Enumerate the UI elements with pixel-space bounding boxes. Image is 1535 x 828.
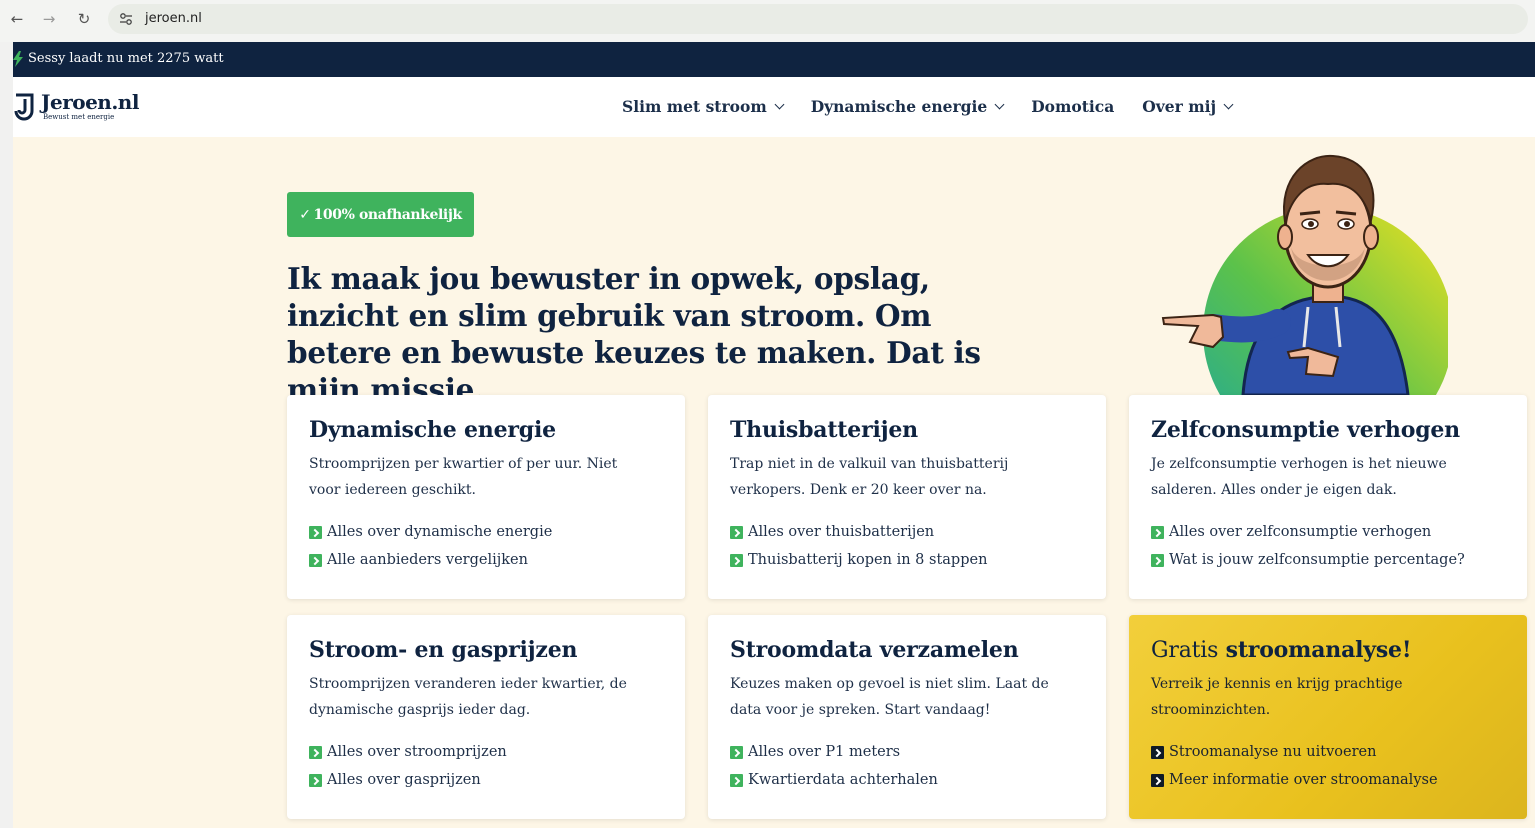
card-link[interactable]: Wat is jouw zelfconsumptie percentage? (1151, 546, 1505, 574)
arrow-right-icon (1151, 773, 1164, 787)
logo-j-icon[interactable] (13, 92, 37, 124)
arrow-right-icon (309, 525, 322, 539)
card-description: Verreik je kennis en krijg prachtige str… (1151, 676, 1403, 718)
site-header: Jeroen.nl Bewust met energie Slim met st… (13, 77, 1535, 137)
card-description: Je zelfconsumptie verhogen is het nieuwe… (1151, 456, 1447, 498)
logo-name[interactable]: Jeroen.nl (41, 90, 139, 114)
card-link-label[interactable]: Alles over P1 meters (748, 744, 900, 760)
page: Sessy laadt nu met 2275 watt Jeroen.nl B… (13, 42, 1535, 828)
card-title[interactable]: Stroomdata verzamelen (730, 637, 1084, 663)
card-link-label[interactable]: Alle aanbieders vergelijken (327, 552, 528, 568)
card-link[interactable]: Alles over stroomprijzen (309, 738, 663, 766)
card-description: Keuzes maken op gevoel is niet slim. Laa… (730, 676, 1049, 718)
card-link[interactable]: Stroomanalyse nu uitvoeren (1151, 738, 1505, 766)
card-title[interactable]: Thuisbatterijen (730, 417, 1084, 443)
card-gratis-stroomanalyse: Gratis stroomanalyse! Verreik je kennis … (1129, 615, 1527, 819)
card-link-label[interactable]: Kwartierdata achterhalen (748, 772, 938, 788)
menu-item-label: Dynamische energie (810, 97, 988, 116)
avatar-illustration (1161, 154, 1448, 395)
charging-status-text: Sessy laadt nu met 2275 watt (28, 51, 224, 66)
menu-item-label: Over mij (1142, 97, 1217, 116)
card-link-label[interactable]: Alles over stroomprijzen (327, 744, 507, 760)
card-link[interactable]: Alles over gasprijzen (309, 766, 663, 794)
card-title-prefix: Gratis (1151, 638, 1219, 663)
badge-label: 100% onafhankelijk (313, 206, 463, 223)
arrow-right-icon (730, 773, 743, 787)
card-dynamische-energie: Dynamische energie Stroomprijzen per kwa… (287, 395, 685, 599)
arrow-right-icon (730, 745, 743, 759)
card-link-label[interactable]: Wat is jouw zelfconsumptie percentage? (1169, 552, 1465, 568)
card-description: Stroomprijzen veranderen ieder kwartier,… (309, 676, 627, 718)
card-link[interactable]: Alles over zelfconsumptie verhogen (1151, 518, 1505, 546)
card-title[interactable]: Zelfconsumptie verhogen (1151, 417, 1505, 443)
card-stroom-en-gasprijzen: Stroom- en gasprijzen Stroomprijzen vera… (287, 615, 685, 819)
back-icon[interactable]: ← (8, 10, 26, 28)
arrow-right-icon (730, 553, 743, 567)
chevron-down-icon (994, 99, 1005, 110)
arrow-right-icon (309, 553, 322, 567)
arrow-right-icon (309, 773, 322, 787)
card-link[interactable]: Kwartierdata achterhalen (730, 766, 1084, 794)
menu-item-dynamische-energie[interactable]: Dynamische energie (810, 97, 1005, 116)
site-settings-icon[interactable] (118, 11, 134, 27)
card-title[interactable]: Gratis stroomanalyse! (1151, 637, 1505, 663)
card-title-main: stroomanalyse! (1225, 637, 1412, 663)
card-link-label[interactable]: Alles over gasprijzen (327, 772, 481, 788)
arrow-right-icon (1151, 553, 1164, 567)
chevron-down-icon (774, 99, 785, 110)
chevron-down-icon (1223, 99, 1234, 110)
address-bar[interactable]: jeroen.nl (108, 4, 1528, 34)
menu-item-label: Domotica (1031, 97, 1115, 116)
logo-tagline: Bewust met energie (43, 113, 115, 121)
url-text[interactable]: jeroen.nl (145, 11, 202, 26)
card-title[interactable]: Stroom- en gasprijzen (309, 637, 663, 663)
arrow-right-icon (309, 745, 322, 759)
independence-badge: ✓ 100% onafhankelijk (287, 192, 474, 237)
main-menu: Slim met stroom Dynamische energie Domot… (622, 97, 1260, 116)
card-thuisbatterijen: Thuisbatterijen Trap niet in de valkuil … (708, 395, 1106, 599)
card-stroomdata-verzamelen: Stroomdata verzamelen Keuzes maken op ge… (708, 615, 1106, 819)
menu-item-label: Slim met stroom (622, 97, 767, 116)
menu-item-domotica[interactable]: Domotica (1031, 97, 1114, 116)
card-link-label[interactable]: Alles over dynamische energie (327, 524, 552, 540)
card-description: Trap niet in de valkuil van thuisbatteri… (730, 456, 1009, 498)
arrow-right-icon (730, 525, 743, 539)
card-link-label[interactable]: Thuisbatterij kopen in 8 stappen (748, 552, 987, 568)
lightning-bolt-icon (13, 51, 23, 67)
status-bar: Sessy laadt nu met 2275 watt (13, 42, 1535, 77)
card-link[interactable]: Alles over P1 meters (730, 738, 1084, 766)
card-link-label[interactable]: Alles over zelfconsumptie verhogen (1169, 524, 1431, 540)
reload-icon[interactable]: ↻ (75, 10, 93, 28)
menu-item-over-mij[interactable]: Over mij (1142, 97, 1234, 116)
arrow-right-icon (1151, 745, 1164, 759)
arrow-right-icon (1151, 525, 1164, 539)
menu-item-slim-met-stroom[interactable]: Slim met stroom (622, 97, 785, 116)
card-title[interactable]: Dynamische energie (309, 417, 663, 443)
card-link[interactable]: Alles over thuisbatterijen (730, 518, 1084, 546)
browser-toolbar: ← → ↻ jeroen.nl (0, 0, 1535, 42)
hero-title: Ik maak jou bewuster in opwek, opslag, i… (287, 261, 981, 407)
card-link[interactable]: Thuisbatterij kopen in 8 stappen (730, 546, 1084, 574)
card-link[interactable]: Alles over dynamische energie (309, 518, 663, 546)
forward-icon[interactable]: → (40, 10, 58, 28)
card-zelfconsumptie: Zelfconsumptie verhogen Je zelfconsumpti… (1129, 395, 1527, 599)
checkmark-icon: ✓ (299, 206, 311, 223)
card-link-label[interactable]: Meer informatie over stroomanalyse (1169, 772, 1438, 788)
card-description: Stroomprijzen per kwartier of per uur. N… (309, 456, 618, 498)
card-link-label[interactable]: Alles over thuisbatterijen (748, 524, 934, 540)
card-link-label[interactable]: Stroomanalyse nu uitvoeren (1169, 744, 1376, 760)
card-link[interactable]: Meer informatie over stroomanalyse (1151, 766, 1505, 794)
card-link[interactable]: Alle aanbieders vergelijken (309, 546, 663, 574)
